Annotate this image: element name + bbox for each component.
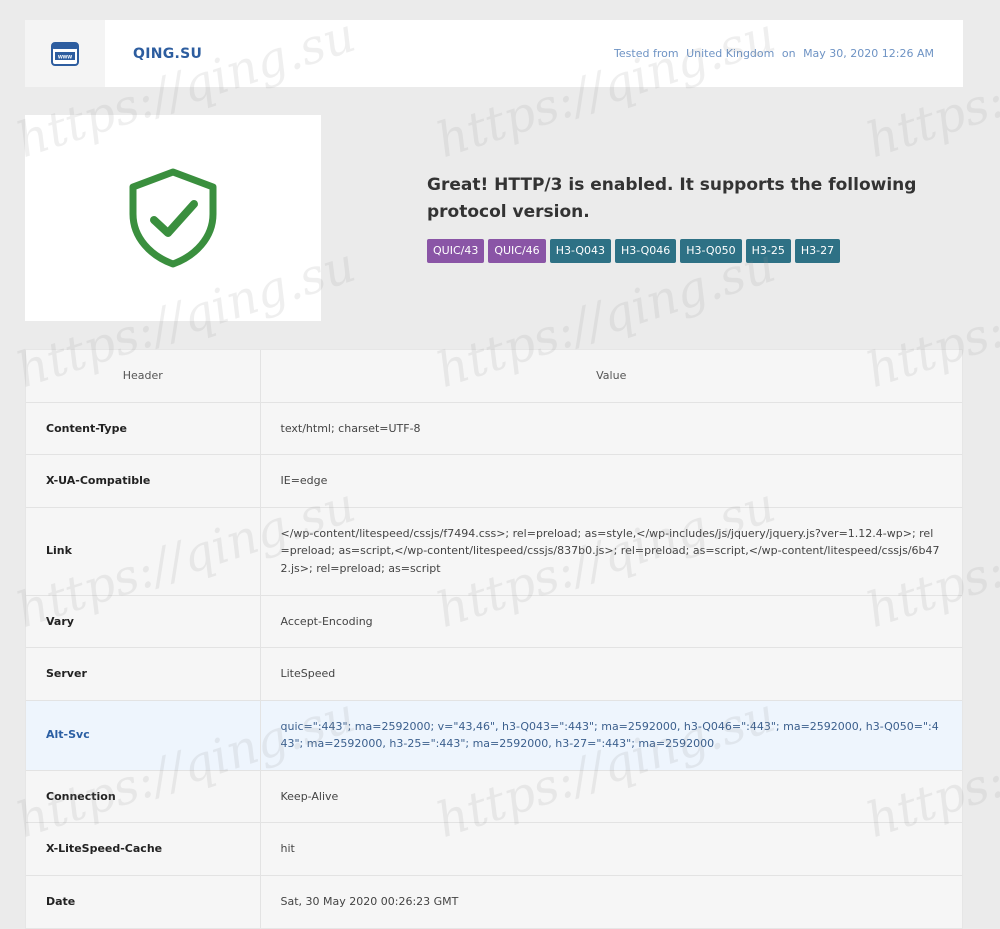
site-name: QING.SU	[133, 45, 203, 62]
protocol-badge: H3-Q043	[549, 239, 611, 263]
table-row: Connection Keep-Alive	[26, 770, 962, 823]
tested-info: Tested from United Kingdom on May 30, 20…	[612, 47, 936, 60]
header-key: Date	[26, 875, 261, 928]
column-header-value: Value	[260, 350, 962, 403]
header-value: text/html; charset=UTF-8	[260, 402, 962, 455]
protocol-badge: QUIC/46	[488, 239, 546, 263]
header-value: IE=edge	[260, 454, 962, 508]
tested-location: United Kingdom	[686, 47, 775, 60]
protocol-badge: H3-25	[745, 239, 791, 263]
header-key: X-UA-Compatible	[26, 454, 261, 508]
protocol-badge: QUIC/43	[427, 239, 485, 263]
www-browser-icon: www	[51, 41, 79, 66]
protocol-badge: H3-Q046	[614, 239, 677, 263]
result-panel: Great! HTTP/3 is enabled. It supports th…	[427, 172, 947, 263]
header-value: LiteSpeed	[260, 647, 962, 701]
table-row: Link </wp-content/litespeed/cssjs/f7494.…	[26, 507, 962, 596]
tested-date: May 30, 2020 12:26 AM	[803, 47, 934, 60]
header-key: X-LiteSpeed-Cache	[26, 822, 261, 876]
header-value: </wp-content/litespeed/cssjs/f7494.css>;…	[260, 507, 962, 596]
header-value: hit	[260, 822, 962, 876]
tested-prefix: Tested from	[614, 47, 679, 60]
table-row: X-UA-Compatible IE=edge	[26, 454, 962, 508]
logo-text: www	[57, 54, 72, 60]
table-row: Date Sat, 30 May 2020 00:26:23 GMT	[26, 875, 962, 928]
protocol-badge: H3-Q050	[680, 239, 742, 263]
protocol-badges: QUIC/43 QUIC/46 H3-Q043 H3-Q046 H3-Q050 …	[427, 239, 947, 263]
headers-table: Header Value Content-Type text/html; cha…	[25, 349, 963, 929]
table-row-highlighted: Alt-Svc quic=":443"; ma=2592000; v="43,4…	[26, 700, 962, 771]
header-value: Keep-Alive	[260, 770, 962, 823]
protocol-badge: H3-27	[794, 239, 841, 263]
shield-check-icon	[129, 168, 217, 268]
table-row: Vary Accept-Encoding	[26, 595, 962, 648]
header-key: Vary	[26, 595, 261, 648]
table-row: Content-Type text/html; charset=UTF-8	[26, 402, 962, 455]
header-key: Connection	[26, 770, 261, 823]
header-value: quic=":443"; ma=2592000; v="43,46", h3-Q…	[260, 700, 962, 771]
table-row: X-LiteSpeed-Cache hit	[26, 822, 962, 876]
result-message: Great! HTTP/3 is enabled. It supports th…	[427, 175, 917, 222]
table-row: Server LiteSpeed	[26, 647, 962, 701]
header-key: Alt-Svc	[26, 700, 261, 771]
header-value: Sat, 30 May 2020 00:26:23 GMT	[280, 894, 459, 908]
status-card	[25, 115, 321, 321]
header-key: Content-Type	[26, 402, 261, 455]
header-key: Server	[26, 647, 261, 701]
top-bar: www QING.SU Tested from United Kingdom o…	[25, 20, 963, 87]
logo: www	[25, 20, 105, 87]
header-key: Link	[26, 507, 261, 596]
column-header-header: Header	[26, 350, 261, 403]
table-header-row: Header Value	[26, 350, 962, 403]
header-value: Accept-Encoding	[260, 595, 962, 648]
tested-on: on	[781, 47, 796, 60]
